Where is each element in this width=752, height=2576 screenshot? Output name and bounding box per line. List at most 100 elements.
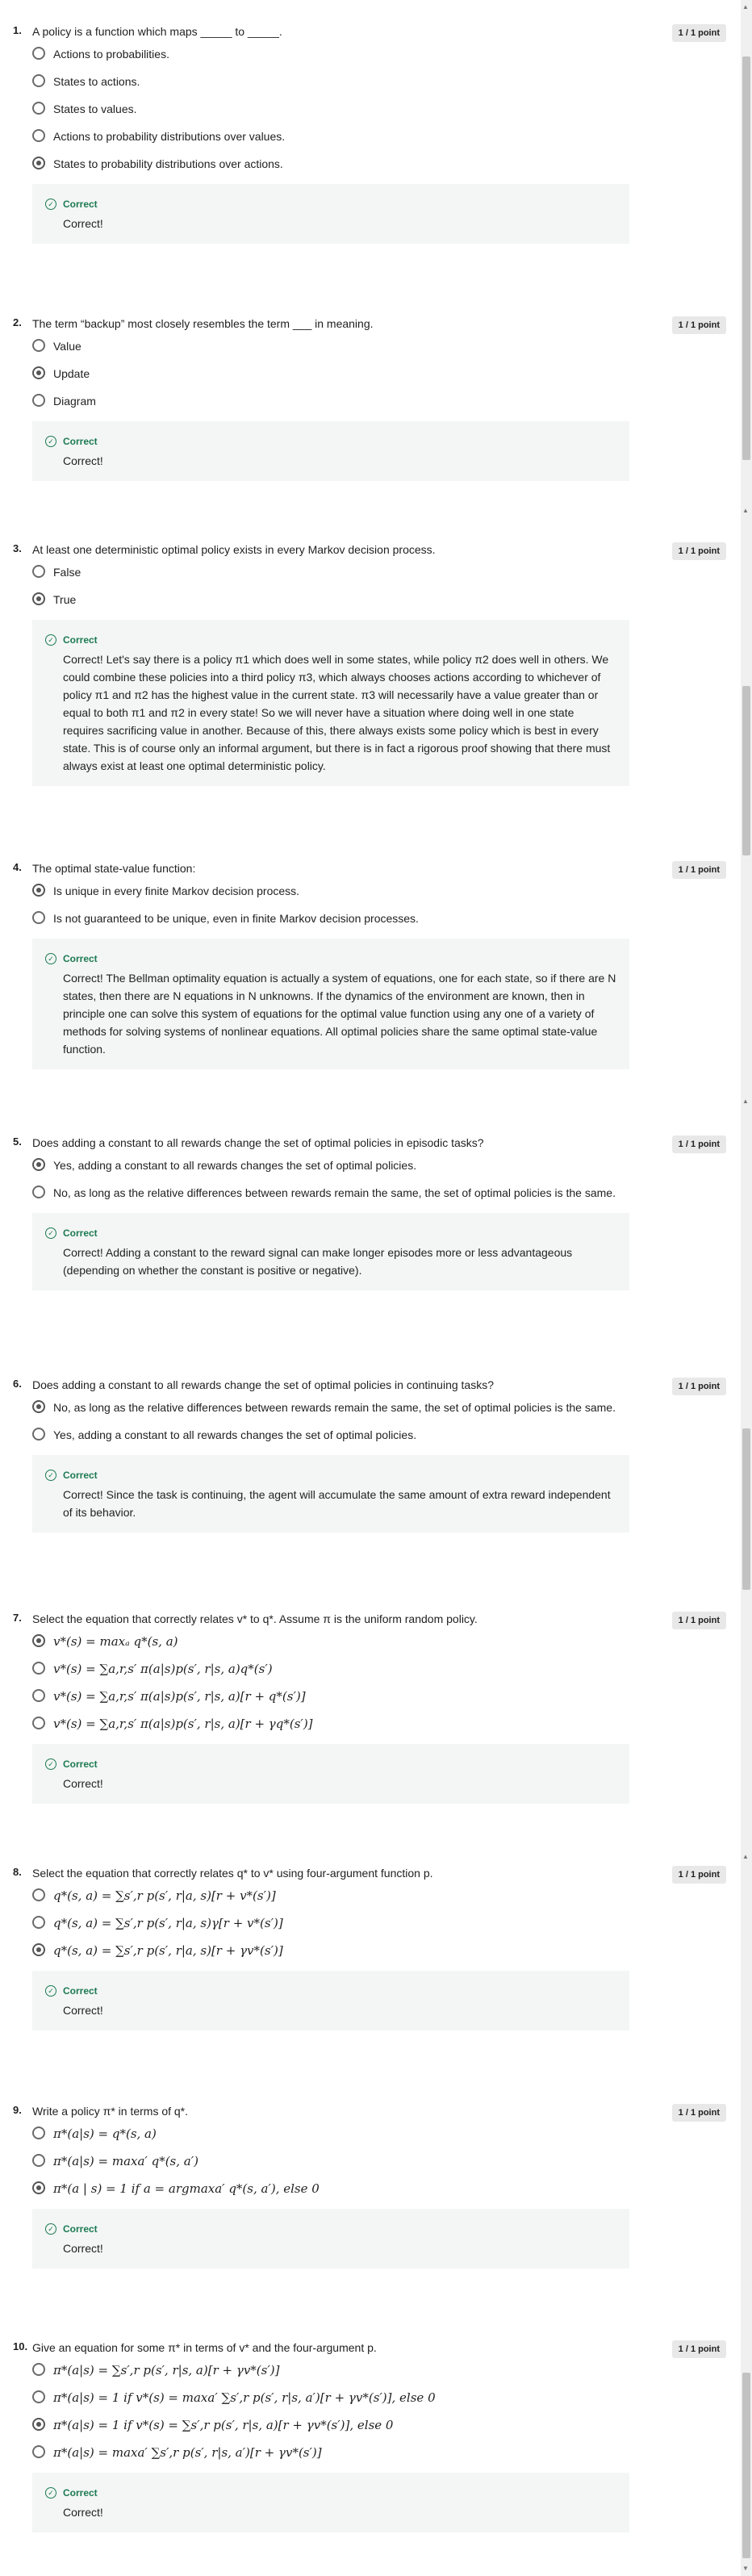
question-text: Give an equation for some π* in terms of…: [32, 2341, 377, 2354]
scrollbar-thumb[interactable]: [742, 2373, 750, 2558]
scrollbar-thumb[interactable]: [742, 56, 750, 460]
feedback-status: ✓ Correct: [45, 1982, 616, 2000]
radio-selected-icon[interactable]: [32, 1400, 45, 1413]
radio-selected-icon[interactable]: [32, 592, 45, 605]
question-header: 4. The optimal state-value function: 1 / 1…: [13, 851, 726, 884]
answer-option[interactable]: States to values.: [32, 102, 726, 118]
answer-option[interactable]: v*(s) = maxₐ q*(s, a): [32, 1634, 726, 1650]
radio-icon[interactable]: [32, 565, 45, 578]
scrollbar-thumb[interactable]: [742, 686, 750, 855]
answer-option[interactable]: π*(a|s) = 1 if v*(s) = maxa′ ∑s′,r p(s′,…: [32, 2390, 726, 2407]
radio-icon[interactable]: [32, 1689, 45, 1702]
radio-selected-icon[interactable]: [32, 157, 45, 169]
answer-option-label: True: [53, 593, 77, 606]
scroll-up-icon[interactable]: ▲: [742, 3, 749, 10]
scrollbar-thumb[interactable]: [742, 1428, 750, 1590]
feedback-panel: ✓ Correct Correct!: [32, 2209, 629, 2269]
radio-icon[interactable]: [32, 2445, 45, 2458]
question-1: 1. A policy is a function which maps ____…: [0, 15, 726, 244]
answer-option[interactable]: Actions to probabilities.: [32, 47, 726, 63]
answer-option[interactable]: π*(a | s) = 1 if a = argmaxa′ q*(s, a′),…: [32, 2181, 726, 2198]
answer-option[interactable]: Is unique in every finite Markov decisio…: [32, 884, 726, 900]
answer-option[interactable]: π*(a|s) = 1 if v*(s) = ∑s′,r p(s′, r|s, …: [32, 2418, 726, 2434]
answer-option[interactable]: Update: [32, 366, 726, 383]
feedback-status-label: Correct: [63, 2223, 98, 2235]
radio-icon[interactable]: [32, 2126, 45, 2139]
radio-icon[interactable]: [32, 339, 45, 352]
answer-option[interactable]: States to probability distributions over…: [32, 157, 726, 173]
radio-icon[interactable]: [32, 1186, 45, 1198]
feedback-text: Correct! Let's say there is a policy π1 …: [63, 653, 611, 772]
answer-option[interactable]: q*(s, a) = ∑s′,r p(s′, r|a, s)[r + γv*(s…: [32, 1943, 726, 1959]
radio-selected-icon[interactable]: [32, 366, 45, 379]
feedback-status-label: Correct: [63, 1758, 98, 1770]
scroll-down-icon[interactable]: ▼: [742, 2565, 749, 2572]
radio-icon[interactable]: [32, 74, 45, 87]
answer-option[interactable]: v*(s) = ∑a,r,s′ π(a|s)p(s′, r|s, a)[r + …: [32, 1689, 726, 1705]
answer-option[interactable]: Yes, adding a constant to all rewards ch…: [32, 1158, 726, 1174]
question-10: 10. Give an equation for some π* in terms…: [0, 2331, 726, 2532]
answer-option-label: q*(s, a) = ∑s′,r p(s′, r|a, s)[r + γv*(s…: [53, 1943, 283, 1958]
answer-option[interactable]: π*(a|s) = maxa′ ∑s′,r p(s′, r|s, a′)[r +…: [32, 2445, 726, 2461]
feedback-text: Correct!: [63, 2242, 103, 2255]
question-text: The optimal state-value function:: [32, 862, 196, 875]
answer-option[interactable]: No, as long as the relative differences …: [32, 1400, 726, 1416]
answer-option[interactable]: q*(s, a) = ∑s′,r p(s′, r|a, s)γ[r + v*(s…: [32, 1916, 726, 1932]
check-circle-icon: ✓: [45, 1985, 56, 1997]
feedback-panel: ✓ Correct Correct!: [32, 1744, 629, 1804]
check-circle-icon: ✓: [45, 1227, 56, 1239]
question-header: 6. Does adding a constant to all rewards …: [13, 1368, 726, 1400]
feedback-text: Correct!: [63, 2004, 103, 2017]
question-3: 3. At least one deterministic optimal pol…: [0, 533, 726, 786]
answer-option[interactable]: Is not guaranteed to be unique, even in …: [32, 911, 726, 927]
answer-option[interactable]: Value: [32, 339, 726, 355]
radio-icon[interactable]: [32, 1888, 45, 1901]
radio-icon[interactable]: [32, 102, 45, 115]
radio-selected-icon[interactable]: [32, 884, 45, 897]
scrollbar[interactable]: ▲ ▲ ▲ ▲ ▼: [741, 0, 752, 2576]
answer-option-label: π*(a|s) = 1 if v*(s) = ∑s′,r p(s′, r|s, …: [53, 2418, 394, 2432]
radio-selected-icon[interactable]: [32, 2181, 45, 2194]
radio-selected-icon[interactable]: [32, 1634, 45, 1647]
radio-icon[interactable]: [32, 2363, 45, 2376]
answer-option[interactable]: Diagram: [32, 394, 726, 410]
answer-option[interactable]: v*(s) = ∑a,r,s′ π(a|s)p(s′, r|s, a)[r + …: [32, 1717, 726, 1733]
question-text: The term “backup” most closely resembles…: [32, 317, 374, 330]
answer-option[interactable]: Actions to probability distributions ove…: [32, 129, 726, 145]
answer-option[interactable]: No, as long as the relative differences …: [32, 1186, 726, 1202]
question-text: Select the equation that correctly relat…: [32, 1612, 478, 1625]
answer-option[interactable]: Yes, adding a constant to all rewards ch…: [32, 1428, 726, 1444]
feedback-text: Correct! Adding a constant to the reward…: [63, 1246, 573, 1277]
answer-option[interactable]: π*(a|s) = maxa′ q*(s, a′): [32, 2154, 726, 2170]
feedback-status-label: Correct: [63, 199, 98, 210]
answer-option[interactable]: False: [32, 565, 726, 581]
answer-option[interactable]: v*(s) = ∑a,r,s′ π(a|s)p(s′, r|s, a)q*(s′…: [32, 1662, 726, 1678]
radio-icon[interactable]: [32, 2154, 45, 2167]
answer-option[interactable]: True: [32, 592, 726, 608]
question-number: 6.: [13, 1378, 22, 1390]
answer-option[interactable]: States to actions.: [32, 74, 726, 90]
answer-option[interactable]: π*(a|s) = ∑s′,r p(s′, r|s, a)[r + γv*(s′…: [32, 2363, 726, 2379]
answer-option[interactable]: q*(s, a) = ∑s′,r p(s′, r|a, s)[r + v*(s′…: [32, 1888, 726, 1905]
radio-icon[interactable]: [32, 1916, 45, 1929]
radio-icon[interactable]: [32, 1662, 45, 1675]
radio-selected-icon[interactable]: [32, 2418, 45, 2431]
feedback-status: ✓ Correct: [45, 1755, 616, 1773]
radio-icon[interactable]: [32, 129, 45, 142]
points-badge: 1 / 1 point: [671, 1866, 726, 1884]
question-number: 10.: [13, 2340, 28, 2352]
radio-icon[interactable]: [32, 394, 45, 407]
question-6: 6. Does adding a constant to all rewards …: [0, 1368, 726, 1533]
radio-icon[interactable]: [32, 1717, 45, 1729]
radio-selected-icon[interactable]: [32, 1158, 45, 1171]
radio-icon[interactable]: [32, 2390, 45, 2403]
points-badge: 1 / 1 point: [671, 1612, 726, 1629]
radio-icon[interactable]: [32, 911, 45, 924]
radio-icon[interactable]: [32, 47, 45, 60]
radio-selected-icon[interactable]: [32, 1943, 45, 1956]
options-list: Is unique in every finite Markov decisio…: [32, 884, 726, 927]
feedback-status-label: Correct: [63, 1470, 98, 1481]
radio-icon[interactable]: [32, 1428, 45, 1441]
feedback-status: ✓ Correct: [45, 1466, 616, 1484]
answer-option[interactable]: π*(a|s) = q*(s, a): [32, 2126, 726, 2143]
